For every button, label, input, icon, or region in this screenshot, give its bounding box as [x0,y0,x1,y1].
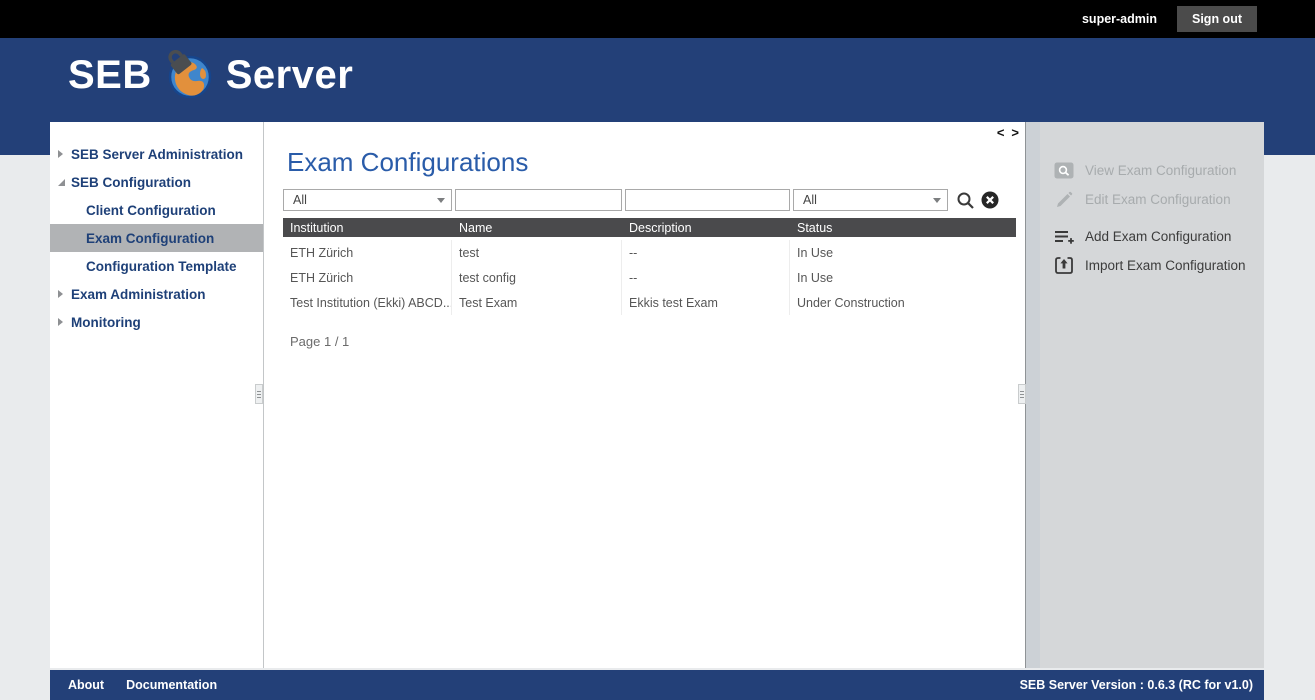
content-splitter-handle[interactable] [1018,384,1026,404]
collapse-arrow-icon[interactable] [58,179,65,186]
chevron-down-icon [933,198,941,203]
sign-out-button[interactable]: Sign out [1177,6,1257,32]
apply-filter-button[interactable] [954,189,976,211]
import-upload-box-icon [1053,257,1075,274]
add-exam-configuration-action[interactable]: Add Exam Configuration [1040,222,1264,251]
edit-pencil-icon [1053,191,1075,209]
globe-lock-icon [164,50,214,100]
sidebar-item-client-configuration[interactable]: Client Configuration [50,196,263,224]
table-row[interactable]: ETH Zürich test config -- In Use [283,265,1016,290]
logo-text-server: Server [226,53,354,98]
view-exam-configuration-action: View Exam Configuration [1040,156,1264,185]
sidebar-item-seb-configuration[interactable]: SEB Configuration [50,168,263,196]
logged-in-username: super-admin [1082,12,1157,26]
chevron-down-icon [437,198,445,203]
sidebar-item-exam-administration[interactable]: Exam Administration [50,280,263,308]
sidebar-item-configuration-template[interactable]: Configuration Template [50,252,263,280]
panel-gap [1026,122,1040,668]
page-title: Exam Configurations [287,147,528,178]
expand-arrow-icon[interactable] [58,290,63,298]
column-header-description[interactable]: Description [622,221,790,235]
version-label: SEB Server Version : 0.6.3 (RC for v1.0) [1020,678,1253,692]
main-content-panel: < > Exam Configurations All All [264,122,1026,668]
exam-configurations-table: Institution Name Description Status ETH … [283,218,1016,315]
pagination-label: Page 1 / 1 [290,334,349,349]
column-header-name[interactable]: Name [452,221,622,235]
table-header-row: Institution Name Description Status [283,218,1016,237]
expand-arrow-icon[interactable] [58,318,63,326]
view-magnifier-icon [1053,162,1075,179]
sidebar-splitter-handle[interactable] [255,384,263,404]
expand-arrow-icon[interactable] [58,150,63,158]
table-filter-row: All All [283,189,1001,211]
edit-exam-configuration-action: Edit Exam Configuration [1040,185,1264,214]
playlist-add-icon [1053,229,1075,245]
name-filter-input[interactable] [455,189,622,211]
documentation-link[interactable]: Documentation [126,678,217,692]
institution-filter-select[interactable]: All [283,189,452,211]
column-header-institution[interactable]: Institution [283,221,452,235]
logo-text-seb: SEB [68,53,152,98]
scroll-left-icon[interactable]: < [997,125,1005,140]
table-row[interactable]: Test Institution (Ekki) ABCD... Test Exa… [283,290,1016,315]
about-link[interactable]: About [68,678,104,692]
scroll-right-icon[interactable]: > [1011,125,1019,140]
top-bar: super-admin Sign out [0,0,1315,38]
clear-filter-button[interactable] [979,189,1001,211]
app-logo: SEB Server [68,50,353,100]
description-filter-input[interactable] [625,189,790,211]
sidebar-item-monitoring[interactable]: Monitoring [50,308,263,336]
sidebar-item-seb-server-administration[interactable]: SEB Server Administration [50,140,263,168]
search-icon [956,191,975,210]
clear-circle-x-icon [981,191,999,209]
column-header-status[interactable]: Status [790,221,1016,235]
table-row[interactable]: ETH Zürich test -- In Use [283,240,1016,265]
left-nav-sidebar: SEB Server Administration SEB Configurat… [50,122,263,668]
footer-bar: About Documentation SEB Server Version :… [50,670,1264,700]
import-exam-configuration-action[interactable]: Import Exam Configuration [1040,251,1264,280]
status-filter-select[interactable]: All [793,189,948,211]
sidebar-item-exam-configuration[interactable]: Exam Configuration [50,224,263,252]
action-panel: View Exam Configuration Edit Exam Config… [1040,122,1264,668]
